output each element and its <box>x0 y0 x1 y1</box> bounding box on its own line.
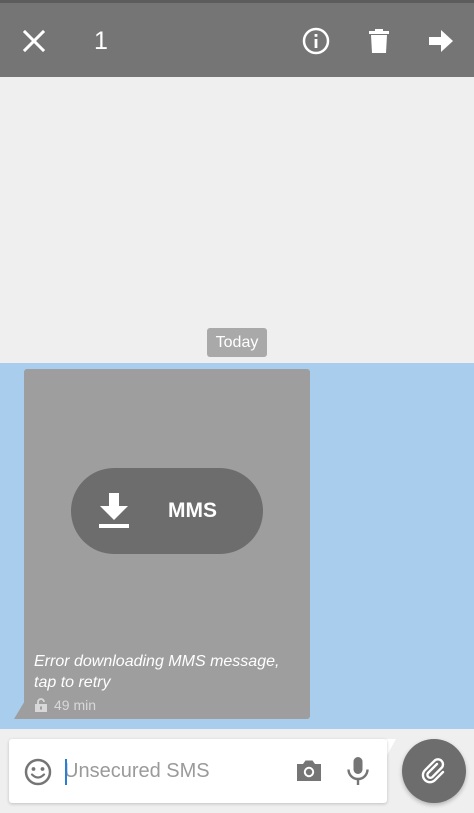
download-icon <box>98 491 130 531</box>
compose-bar <box>9 739 387 803</box>
close-button[interactable] <box>14 21 54 61</box>
paperclip-icon <box>421 758 445 784</box>
download-mms-button[interactable]: MMS <box>71 468 263 554</box>
text-caret <box>65 759 67 785</box>
message-bubble[interactable]: MMS Error downloading MMS message, tap t… <box>24 369 310 719</box>
forward-arrow-icon <box>429 30 453 52</box>
camera-icon[interactable] <box>294 756 324 786</box>
delete-button[interactable] <box>359 21 399 61</box>
selected-message-row[interactable]: MMS Error downloading MMS message, tap t… <box>0 363 474 729</box>
unlocked-icon <box>35 698 47 712</box>
forward-button[interactable] <box>421 21 461 61</box>
action-bar: 1 <box>0 0 474 77</box>
date-separator: Today <box>207 328 267 357</box>
info-button[interactable] <box>296 21 336 61</box>
info-icon <box>302 27 330 55</box>
selected-count: 1 <box>94 27 108 55</box>
compose-tail <box>386 739 396 757</box>
trash-icon <box>369 29 389 53</box>
microphone-icon[interactable] <box>345 756 371 786</box>
close-icon <box>23 30 45 52</box>
message-input[interactable] <box>64 753 279 789</box>
message-time: 49 min <box>54 697 97 713</box>
error-message[interactable]: Error downloading MMS message, tap to re… <box>34 651 302 693</box>
conversation-area: Today MMS Error downloading MMS message,… <box>0 77 474 737</box>
emoji-icon[interactable] <box>23 757 53 787</box>
mms-label: MMS <box>168 499 217 522</box>
attach-button[interactable] <box>402 739 466 803</box>
message-meta: 49 min <box>34 697 96 713</box>
